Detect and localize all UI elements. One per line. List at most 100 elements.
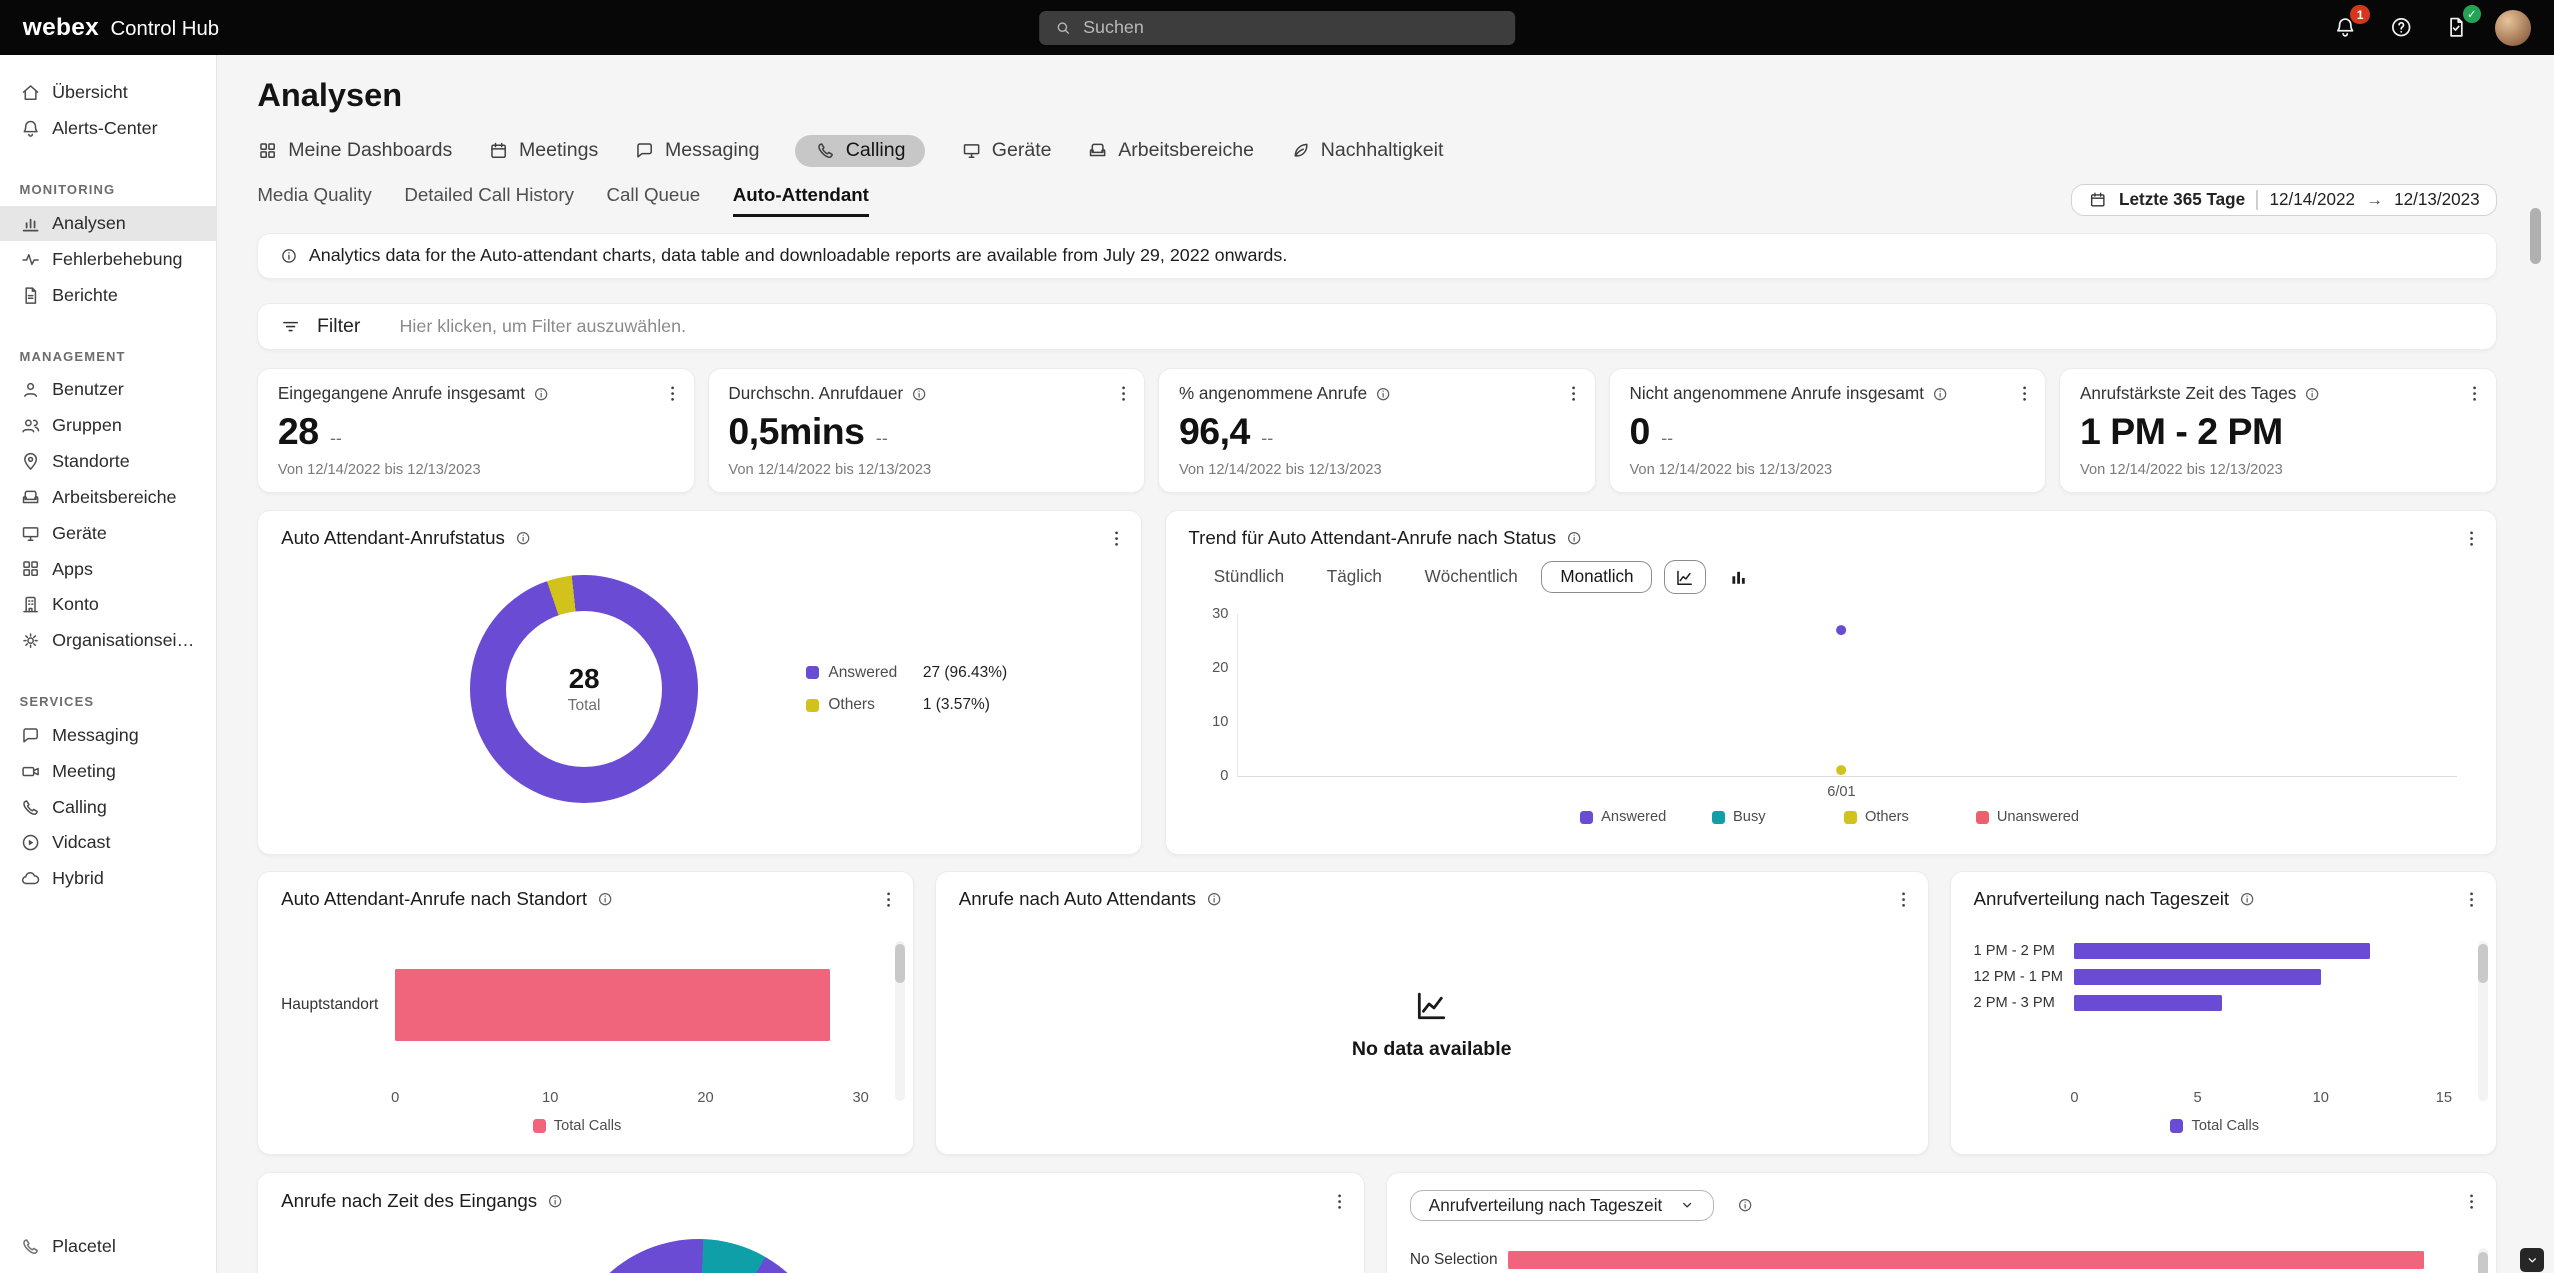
line-chart-toggle[interactable] [1664,560,1706,594]
user-avatar[interactable] [2495,10,2531,46]
tab-meine-dashboards[interactable]: Meine Dashboards [257,135,452,168]
more-options-button[interactable] [1561,381,1587,407]
help-button[interactable] [2385,11,2418,44]
scrollbar-thumb[interactable] [895,944,905,983]
bar-chart-toggle[interactable] [1718,560,1760,594]
sidebar-item-analysen[interactable]: Analysen [0,206,216,242]
sidebar-item-konto[interactable]: Konto [0,587,216,623]
bar[interactable] [2074,969,2320,985]
kpi-title: Nicht angenommene Anrufe insgesamt [1629,384,1924,404]
subtab-detailed-call-history[interactable]: Detailed Call History [404,184,574,217]
sidebar-item-standorte[interactable]: Standorte [0,444,216,480]
info-icon[interactable] [2304,386,2320,402]
entry-time-donut[interactable] [565,1239,832,1273]
call-status-donut[interactable]: 28 Total [470,575,698,803]
sidebar-item-vidcast[interactable]: Vidcast [0,825,216,861]
more-options-button[interactable] [2459,887,2485,913]
info-icon[interactable] [2239,891,2255,907]
chart-select-dropdown[interactable]: Anrufverteilung nach Tageszeit [1410,1190,1714,1222]
sidebar-item-übersicht[interactable]: Übersicht [0,75,216,111]
sidebar-item-messaging[interactable]: Messaging [0,718,216,754]
empty-state: No data available [959,910,1905,1137]
bar[interactable] [2074,995,2222,1011]
onboarding-checklist-button[interactable]: ✓ [2440,11,2473,44]
tab-meetings[interactable]: Meetings [488,135,598,168]
granularity-täglich[interactable]: Täglich [1308,561,1401,593]
sidebar-item-benutzer[interactable]: Benutzer [0,372,216,408]
bar[interactable] [1508,1251,2425,1269]
info-icon[interactable] [911,386,927,402]
scroll-down-button[interactable] [2520,1248,2544,1272]
sidebar-item-berichte[interactable]: Berichte [0,277,216,313]
legend-value: 27 (96.43%) [923,664,1007,682]
sidebar-item-arbeitsbereiche[interactable]: Arbeitsbereiche [0,479,216,515]
tab-messaging[interactable]: Messaging [634,135,759,168]
search-input[interactable] [1083,17,1500,38]
filter-bar[interactable]: Filter Hier klicken, um Filter auszuwähl… [257,303,2497,350]
chart-scrollbar[interactable] [895,941,905,1102]
scrollbar-thumb[interactable] [2478,1252,2488,1273]
bar[interactable] [395,969,829,1041]
granularity-stündlich[interactable]: Stündlich [1195,561,1303,593]
tab-nachhaltigkeit[interactable]: Nachhaltigkeit [1290,135,1444,168]
app-logo[interactable]: webex Control Hub [23,14,219,42]
info-icon[interactable] [597,891,613,907]
tab-arbeitsbereiche[interactable]: Arbeitsbereiche [1087,135,1254,168]
info-icon[interactable] [533,386,549,402]
info-icon[interactable] [1206,891,1222,907]
sidebar-item-fehlerbehebung[interactable]: Fehlerbehebung [0,241,216,277]
more-options-button[interactable] [1110,381,1136,407]
info-icon[interactable] [1375,386,1391,402]
more-options-button[interactable] [2011,381,2037,407]
bar[interactable] [2074,943,2370,959]
subtab-call-queue[interactable]: Call Queue [607,184,701,217]
scrollbar-thumb[interactable] [2478,944,2488,983]
subtab-media-quality[interactable]: Media Quality [257,184,371,217]
info-icon[interactable] [547,1193,563,1209]
chart-scrollbar[interactable] [2478,941,2488,1102]
kebab-icon [1563,383,1584,404]
sidebar-item-organisationseinstellun-[interactable]: Organisationseinstellun... [0,623,216,659]
sidebar-item-gruppen[interactable]: Gruppen [0,408,216,444]
page-scrollbar[interactable] [2530,208,2541,1237]
sidebar-item-apps[interactable]: Apps [0,551,216,587]
sidebar-item-alerts-center[interactable]: Alerts-Center [0,111,216,147]
bar-track [395,969,860,1041]
data-point-others[interactable] [1837,766,1847,776]
kebab-icon [1893,889,1914,910]
video-icon [20,761,41,782]
more-options-button[interactable] [1326,1188,1352,1214]
granularity-monatlich[interactable]: Monatlich [1541,561,1652,593]
info-icon[interactable] [1932,386,1948,402]
sidebar-item-meeting[interactable]: Meeting [0,753,216,789]
tab-geräte[interactable]: Geräte [961,135,1052,168]
info-icon[interactable] [1737,1197,1753,1213]
info-icon[interactable] [1566,530,1582,546]
more-options-button[interactable] [2459,1188,2485,1214]
global-search[interactable] [1039,11,1515,45]
card-title: Auto Attendant-Anrufstatus [281,527,505,549]
sidebar-item-hybrid[interactable]: Hybrid [0,861,216,897]
tab-calling[interactable]: Calling [795,135,925,168]
sidebar-item-geräte[interactable]: Geräte [0,515,216,551]
more-options-button[interactable] [660,381,686,407]
kpi-title: % angenommene Anrufe [1179,384,1367,404]
info-icon[interactable] [515,530,531,546]
granularity-wöchentlich[interactable]: Wöchentlich [1406,561,1537,593]
more-options-button[interactable] [1103,525,1129,551]
calling-subtabs: Media Quality Detailed Call History Call Q… [257,184,869,217]
chart-scrollbar[interactable] [2478,1248,2488,1273]
more-options-button[interactable] [1890,887,1916,913]
scrollbar-thumb[interactable] [2530,208,2541,263]
data-point-answered[interactable] [1837,625,1847,635]
more-options-button[interactable] [2459,525,2485,551]
subtab-auto-attendant[interactable]: Auto-Attendant [733,184,869,217]
more-options-button[interactable] [875,887,901,913]
sidebar-item-calling[interactable]: Calling [0,789,216,825]
chart-row-2: Auto Attendant-Anrufe nach Standort Haup… [257,871,2497,1154]
webex-control-hub-app: webex Control Hub 1 ✓ Übersicht [0,0,2554,1273]
date-range-picker[interactable]: Letzte 365 Tage 12/14/2022 → 12/13/2023 [2071,184,2497,216]
sidebar-item-placetel[interactable]: Placetel [0,1220,216,1273]
more-options-button[interactable] [2462,381,2488,407]
notifications-button[interactable]: 1 [2329,11,2362,44]
